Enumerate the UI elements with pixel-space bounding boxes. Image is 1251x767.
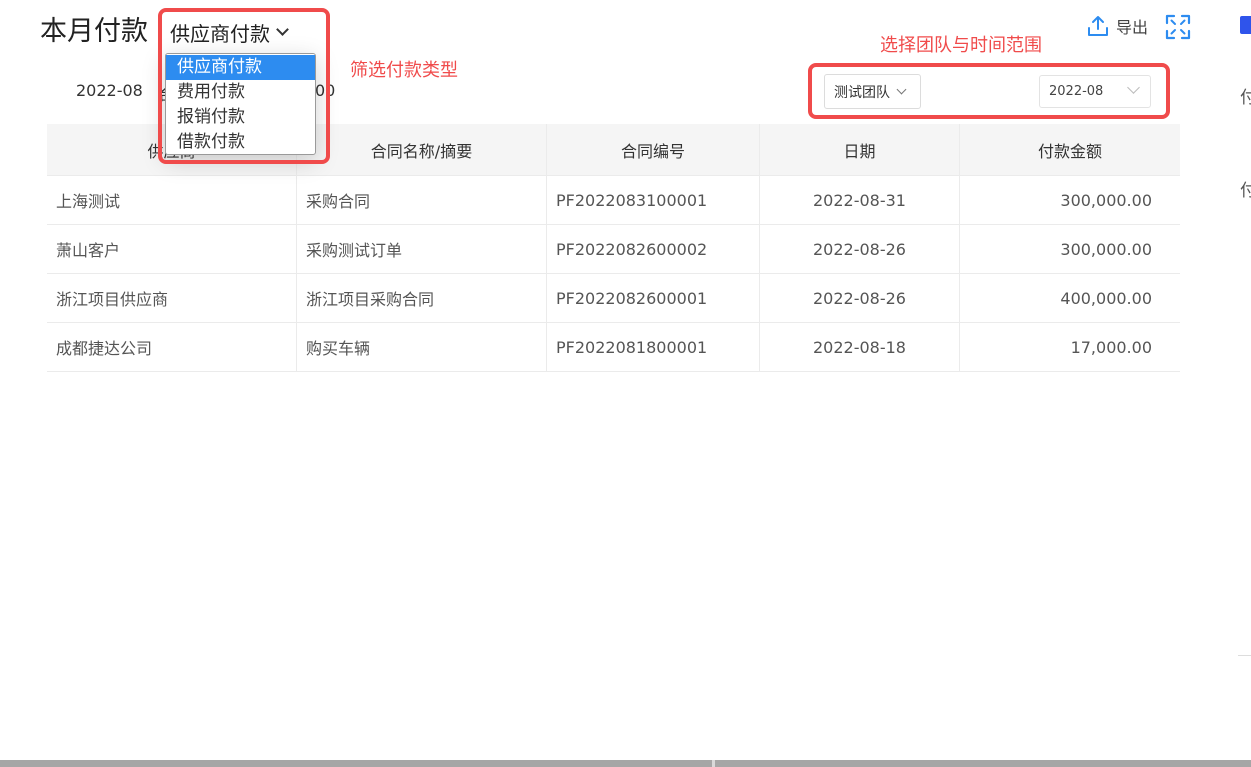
column-header-contract-name[interactable]: 合同名称/摘要 (297, 124, 547, 175)
annotation-team-time: 选择团队与时间范围 (880, 35, 1042, 56)
cell-contract-name: 采购测试订单 (297, 225, 547, 273)
column-header-contract-number[interactable]: 合同编号 (547, 124, 760, 175)
cell-date: 2022-08-26 (760, 274, 960, 322)
cell-contract-number: PF2022083100001 (547, 176, 760, 224)
table-row[interactable]: 成都捷达公司 购买车辆 PF2022081800001 2022-08-18 1… (47, 323, 1180, 372)
cell-contract-number: PF2022082600001 (547, 274, 760, 322)
background-divider (1238, 655, 1251, 656)
annotation-box-team-time (808, 63, 1170, 119)
table-row[interactable]: 萧山客户 采购测试订单 PF2022082600002 2022-08-26 3… (47, 225, 1180, 274)
background-strip-segment (712, 760, 715, 767)
cell-supplier: 成都捷达公司 (47, 323, 297, 371)
cell-amount: 400,000.00 (1060, 288, 1152, 308)
cell-date: 2022-08-26 (760, 225, 960, 273)
cell-contract-name: 浙江项目采购合同 (297, 274, 547, 322)
cell-supplier: 上海测试 (47, 176, 297, 224)
export-label: 导出 (1116, 18, 1149, 37)
table-row[interactable]: 上海测试 采购合同 PF2022083100001 2022-08-31 300… (47, 176, 1180, 225)
background-text: 付 (1240, 181, 1251, 201)
monthly-payment-modal: 本月付款 供应商付款 2022-08 合 00 导出 测试团队 2022-08 … (0, 0, 1238, 760)
fullscreen-button[interactable] (1165, 14, 1191, 40)
cell-contract-number: PF2022082600002 (547, 225, 760, 273)
cell-date: 2022-08-18 (760, 323, 960, 371)
annotation-box-payment-type (158, 8, 330, 164)
cell-date: 2022-08-31 (760, 176, 960, 224)
background-tag (1240, 16, 1251, 34)
summary-month: 2022-08 (76, 81, 143, 100)
cell-amount: 17,000.00 (1070, 337, 1152, 357)
cell-amount: 300,000.00 (1060, 190, 1152, 210)
page-title: 本月付款 (40, 16, 148, 47)
column-header-date[interactable]: 日期 (760, 124, 960, 175)
export-button[interactable]: 导出 (1086, 14, 1148, 38)
cell-contract-name: 购买车辆 (297, 323, 547, 371)
background-text: 付 (1240, 88, 1251, 108)
cell-contract-name: 采购合同 (297, 176, 547, 224)
column-header-amount[interactable]: 付款金额 (960, 124, 1180, 175)
annotation-payment-type: 筛选付款类型 (350, 60, 458, 81)
fullscreen-icon (1165, 14, 1191, 40)
background-strip (0, 760, 1251, 767)
upload-icon (1088, 16, 1108, 36)
cell-amount: 300,000.00 (1060, 239, 1152, 259)
cell-supplier: 浙江项目供应商 (47, 274, 297, 322)
table-row[interactable]: 浙江项目供应商 浙江项目采购合同 PF2022082600001 2022-08… (47, 274, 1180, 323)
background-page (1238, 0, 1251, 767)
cell-supplier: 萧山客户 (47, 225, 297, 273)
cell-contract-number: PF2022081800001 (547, 323, 760, 371)
